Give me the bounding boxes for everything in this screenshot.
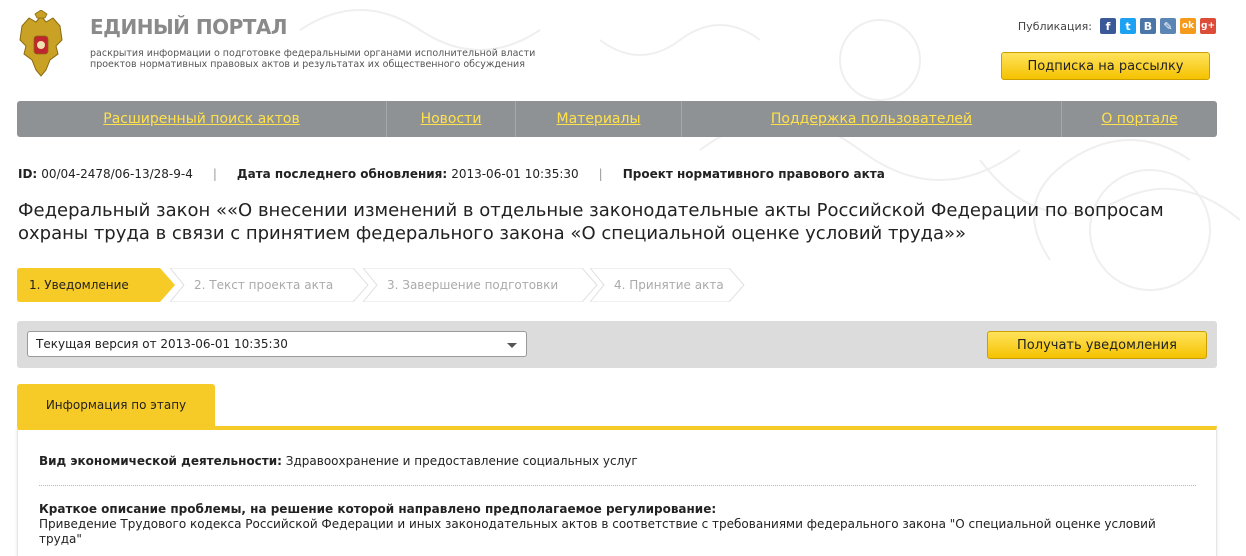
share-label: Публикация:	[1017, 19, 1092, 33]
updated-value: 2013-06-01 10:35:30	[451, 167, 579, 181]
step-act-text[interactable]: 2. Текст проекта акта	[170, 268, 370, 302]
step-completion[interactable]: 3. Завершение подготовки	[363, 268, 599, 302]
portal-subtitle-line: раскрытия информации о подготовке федера…	[90, 48, 536, 59]
id-value: 00/04-2478/06-13/28-9-4	[41, 167, 193, 181]
facebook-icon[interactable]: f	[1100, 18, 1116, 34]
twitter-icon[interactable]: t	[1120, 18, 1136, 34]
meta-separator: |	[598, 167, 603, 181]
get-notifications-button[interactable]: Получать уведомления	[987, 331, 1207, 359]
id-label: ID:	[18, 167, 38, 181]
version-select-value: Текущая версия от 2013-06-01 10:35:30	[36, 337, 288, 351]
nav-item-support[interactable]: Поддержка пользователей	[682, 101, 1062, 137]
share-block: Публикация: f t B ✎ ok g+	[1018, 18, 1216, 34]
nav-item-advanced-search[interactable]: Расширенный поиск актов	[17, 101, 387, 137]
google-plus-icon[interactable]: g+	[1200, 18, 1216, 34]
stage-info-panel: Вид экономической деятельности: Здравоох…	[17, 426, 1217, 556]
step-notification[interactable]: 1. Уведомление	[17, 268, 177, 302]
document-meta: ID: 00/04-2478/06-13/28-9-4 | Дата после…	[18, 167, 885, 181]
document-type: Проект нормативного правового акта	[622, 167, 885, 181]
vk-icon[interactable]: B	[1140, 18, 1156, 34]
version-select[interactable]: Текущая версия от 2013-06-01 10:35:30	[27, 331, 527, 357]
main-nav: Расширенный поиск актов Новости Материал…	[17, 101, 1217, 137]
step-adoption[interactable]: 4. Принятие акта	[590, 268, 746, 302]
problem-field: Краткое описание проблемы, на решение ко…	[39, 502, 1199, 547]
step-label: 1. Уведомление	[29, 278, 129, 292]
activity-value: Здравоохранение и предоставление социаль…	[285, 454, 638, 468]
portal-title: ЕДИНЫЙ ПОРТАЛ	[90, 15, 288, 39]
subscribe-button[interactable]: Подписка на рассылку	[1001, 52, 1210, 80]
meta-separator: |	[212, 167, 217, 181]
activity-label: Вид экономической деятельности:	[39, 454, 282, 468]
version-bar: Текущая версия от 2013-06-01 10:35:30 По…	[17, 321, 1217, 368]
portal-subtitle-line: проектов нормативных правовых актов и ре…	[90, 59, 525, 70]
chevron-down-icon	[507, 343, 517, 348]
tab-stage-info[interactable]: Информация по этапу	[17, 384, 215, 426]
page-title: Федеральный закон ««О внесении изменений…	[18, 200, 1164, 244]
livejournal-icon[interactable]: ✎	[1160, 18, 1176, 34]
activity-field: Вид экономической деятельности: Здравоох…	[39, 454, 1199, 469]
updated-label: Дата последнего обновления:	[236, 167, 448, 181]
header: ЕДИНЫЙ ПОРТАЛ раскрытия информации о под…	[0, 0, 1246, 96]
step-label: 3. Завершение подготовки	[387, 278, 559, 292]
nav-item-materials[interactable]: Материалы	[516, 101, 682, 137]
nav-item-about[interactable]: О портале	[1062, 101, 1217, 137]
coat-of-arms-emblem-icon[interactable]	[16, 9, 66, 80]
step-label: 2. Текст проекта акта	[194, 278, 334, 292]
problem-value: Приведение Трудового кодекса Российской …	[39, 517, 1156, 546]
step-label: 4. Принятие акта	[614, 278, 724, 292]
nav-item-news[interactable]: Новости	[387, 101, 516, 137]
portal-subtitle: раскрытия информации о подготовке федера…	[90, 48, 560, 70]
divider	[39, 485, 1196, 486]
odnoklassniki-icon[interactable]: ok	[1180, 18, 1196, 34]
problem-label: Краткое описание проблемы, на решение ко…	[39, 502, 717, 516]
